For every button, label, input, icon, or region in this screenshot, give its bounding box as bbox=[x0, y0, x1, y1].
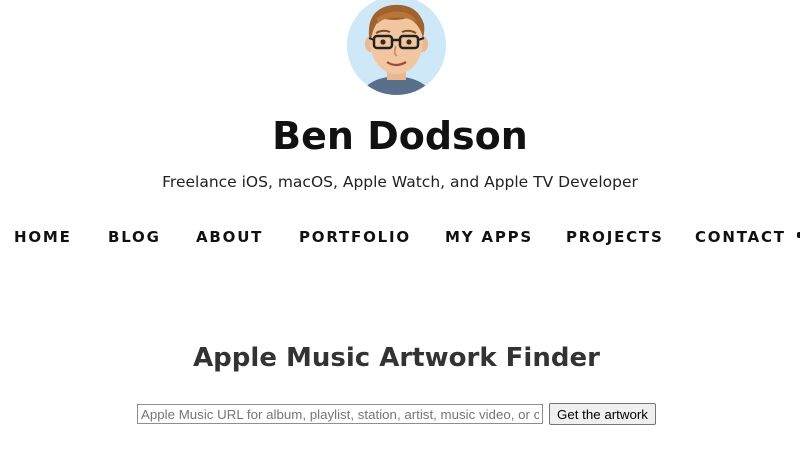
nav-item-projects[interactable]: PROJECTS bbox=[566, 226, 664, 248]
page: Ben Dodson Freelance iOS, macOS, Apple W… bbox=[0, 0, 800, 454]
avatar[interactable] bbox=[347, 0, 446, 95]
avatar-face-icon bbox=[347, 0, 446, 95]
nav-item-portfolio[interactable]: PORTFOLIO bbox=[299, 226, 411, 248]
nav-item-home[interactable]: HOME bbox=[14, 226, 72, 248]
get-artwork-button[interactable]: Get the artwork bbox=[549, 403, 656, 425]
nav-item-about[interactable]: ABOUT bbox=[196, 226, 263, 248]
nav-item-my-apps[interactable]: MY APPS bbox=[445, 226, 533, 248]
main-navigation: HOME BLOG ABOUT PORTFOLIO MY APPS PROJEC… bbox=[0, 226, 800, 248]
site-tagline: Freelance iOS, macOS, Apple Watch, and A… bbox=[162, 173, 638, 191]
site-title[interactable]: Ben Dodson bbox=[0, 110, 800, 162]
nav-item-blog[interactable]: BLOG bbox=[108, 226, 161, 248]
apple-music-url-input[interactable] bbox=[137, 404, 543, 424]
nav-item-contact[interactable]: CONTACT bbox=[695, 226, 786, 248]
page-heading: Apple Music Artwork Finder bbox=[193, 343, 600, 373]
